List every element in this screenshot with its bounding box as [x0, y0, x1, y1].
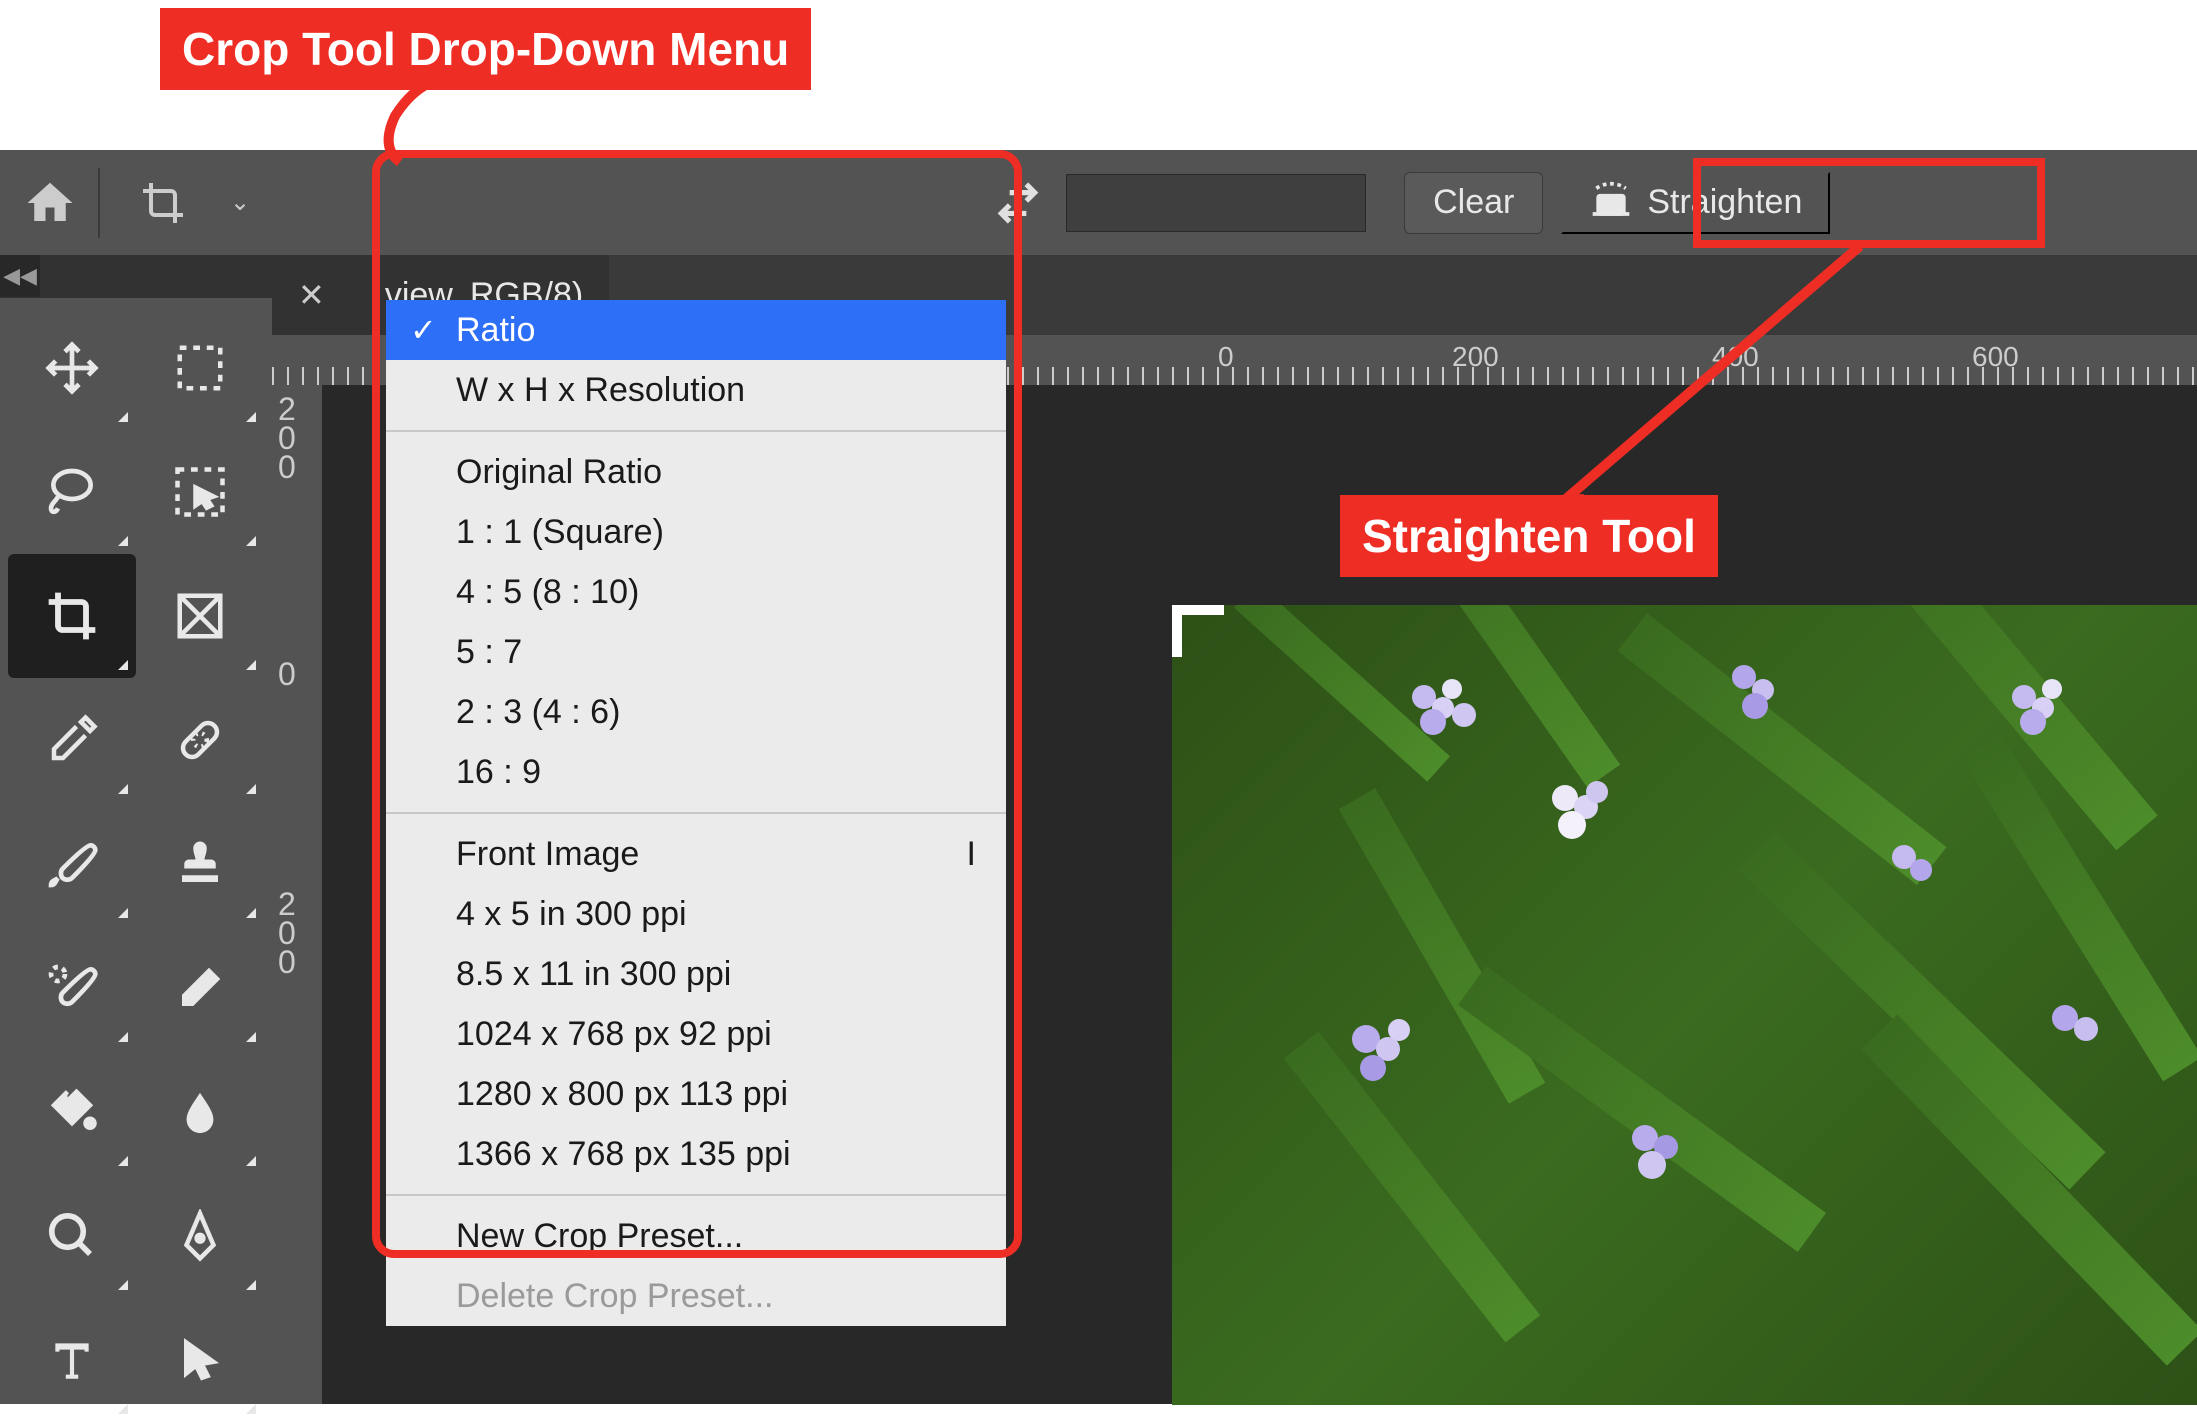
home-button[interactable]	[20, 173, 80, 233]
crop-tool-icon	[44, 588, 100, 644]
collapse-icon: ◀◀	[3, 263, 37, 289]
ruler-tick: 400	[1712, 341, 1759, 373]
crop-handle-top-left[interactable]	[1172, 605, 1224, 657]
zoom-icon	[45, 1209, 99, 1263]
drop-icon	[177, 1084, 223, 1140]
move-tool[interactable]	[8, 306, 136, 430]
swap-dimensions-button[interactable]	[988, 173, 1048, 233]
bandaid-icon	[173, 713, 227, 767]
menu-item-5-7[interactable]: 5 : 7	[386, 622, 1006, 682]
clear-button[interactable]: Clear	[1404, 172, 1543, 234]
ruler-tick: 200	[278, 395, 296, 481]
straighten-label: Straighten	[1647, 183, 1802, 222]
move-icon	[44, 340, 100, 396]
object-selection-tool[interactable]	[136, 430, 264, 554]
stamp-icon	[173, 837, 227, 891]
object-select-icon	[173, 465, 227, 519]
frame-tool[interactable]	[136, 554, 264, 678]
history-brush-tool[interactable]	[8, 926, 136, 1050]
bucket-icon	[45, 1085, 99, 1139]
menu-item-4-5[interactable]: 4 : 5 (8 : 10)	[386, 562, 1006, 622]
spot-healing-tool[interactable]	[136, 678, 264, 802]
eyedropper-tool[interactable]	[8, 678, 136, 802]
chevron-down-icon[interactable]: ⌄	[230, 188, 250, 217]
crop-preset-menu: Ratio W x H x Resolution Original Ratio …	[386, 300, 1006, 1326]
menu-item-2-3[interactable]: 2 : 3 (4 : 6)	[386, 682, 1006, 742]
menu-item-delete-preset: Delete Crop Preset...	[386, 1266, 1006, 1326]
menu-separator	[386, 430, 1006, 432]
eraser-icon	[173, 961, 227, 1015]
ruler-tick: 0	[278, 660, 296, 689]
menu-item-front-image[interactable]: Front Image I	[386, 824, 1006, 884]
menu-item-1366x768[interactable]: 1366 x 768 px 135 ppi	[386, 1124, 1006, 1184]
lasso-tool[interactable]	[8, 430, 136, 554]
tools-panel	[0, 298, 272, 1404]
annotation-straighten: Straighten Tool	[1340, 495, 1718, 577]
ruler-tick: 0	[1218, 341, 1234, 373]
annotation-crop-dropdown: Crop Tool Drop-Down Menu	[160, 8, 811, 90]
ruler-tick: 200	[278, 890, 296, 976]
home-icon	[23, 176, 77, 230]
menu-item-wxh-resolution[interactable]: W x H x Resolution	[386, 360, 1006, 420]
lasso-icon	[44, 464, 100, 520]
crop-icon	[139, 179, 187, 227]
divider	[98, 168, 100, 238]
brush-icon	[44, 836, 100, 892]
menu-item-8-5x11-300[interactable]: 8.5 x 11 in 300 ppi	[386, 944, 1006, 1004]
menu-item-1024x768[interactable]: 1024 x 768 px 92 ppi	[386, 1004, 1006, 1064]
menu-item-1280x800[interactable]: 1280 x 800 px 113 ppi	[386, 1064, 1006, 1124]
menu-separator	[386, 812, 1006, 814]
menu-item-ratio[interactable]: Ratio	[386, 300, 1006, 360]
ruler-tick: 200	[1452, 341, 1499, 373]
ruler-tick: 600	[1972, 341, 2019, 373]
pen-tool[interactable]	[136, 1174, 264, 1298]
straighten-icon	[1589, 181, 1633, 225]
marquee-icon	[173, 341, 227, 395]
options-bar: ⌄ Clear Straighten	[0, 150, 2197, 255]
menu-item-16-9[interactable]: 16 : 9	[386, 742, 1006, 802]
brush-tool[interactable]	[8, 802, 136, 926]
pen-icon	[173, 1209, 227, 1263]
eyedropper-icon	[45, 713, 99, 767]
menu-item-4x5-300[interactable]: 4 x 5 in 300 ppi	[386, 884, 1006, 944]
swap-icon	[993, 178, 1043, 228]
menu-shortcut: I	[967, 835, 976, 874]
crop-preset-dropdown[interactable]	[118, 168, 208, 238]
close-tab-icon[interactable]: ✕	[298, 276, 325, 314]
frame-icon	[173, 589, 227, 643]
clone-stamp-tool[interactable]	[136, 802, 264, 926]
menu-item-new-preset[interactable]: New Crop Preset...	[386, 1206, 1006, 1266]
menu-item-1-1[interactable]: 1 : 1 (Square)	[386, 502, 1006, 562]
dimension-input[interactable]	[1066, 174, 1366, 232]
menu-item-original-ratio[interactable]: Original Ratio	[386, 442, 1006, 502]
image-canvas[interactable]	[1172, 605, 2197, 1405]
vertical-ruler: 200 0 200	[272, 385, 322, 1404]
menu-separator	[386, 1194, 1006, 1196]
straighten-button[interactable]: Straighten	[1561, 172, 1830, 234]
rectangular-marquee-tool[interactable]	[136, 306, 264, 430]
eraser-tool[interactable]	[136, 926, 264, 1050]
path-selection-tool[interactable]	[136, 1298, 264, 1422]
collapse-panels-button[interactable]: ◀◀	[0, 255, 40, 297]
zoom-tool[interactable]	[8, 1174, 136, 1298]
app-window: ⌄ Clear Straighten ◀◀ ✕ view, RGB/8)	[0, 150, 2197, 1404]
arrow-cursor-icon	[176, 1332, 224, 1388]
type-icon	[47, 1335, 97, 1385]
type-tool[interactable]	[8, 1298, 136, 1422]
history-brush-icon	[44, 960, 100, 1016]
crop-tool[interactable]	[8, 554, 136, 678]
paint-bucket-tool[interactable]	[8, 1050, 136, 1174]
blur-tool[interactable]	[136, 1050, 264, 1174]
